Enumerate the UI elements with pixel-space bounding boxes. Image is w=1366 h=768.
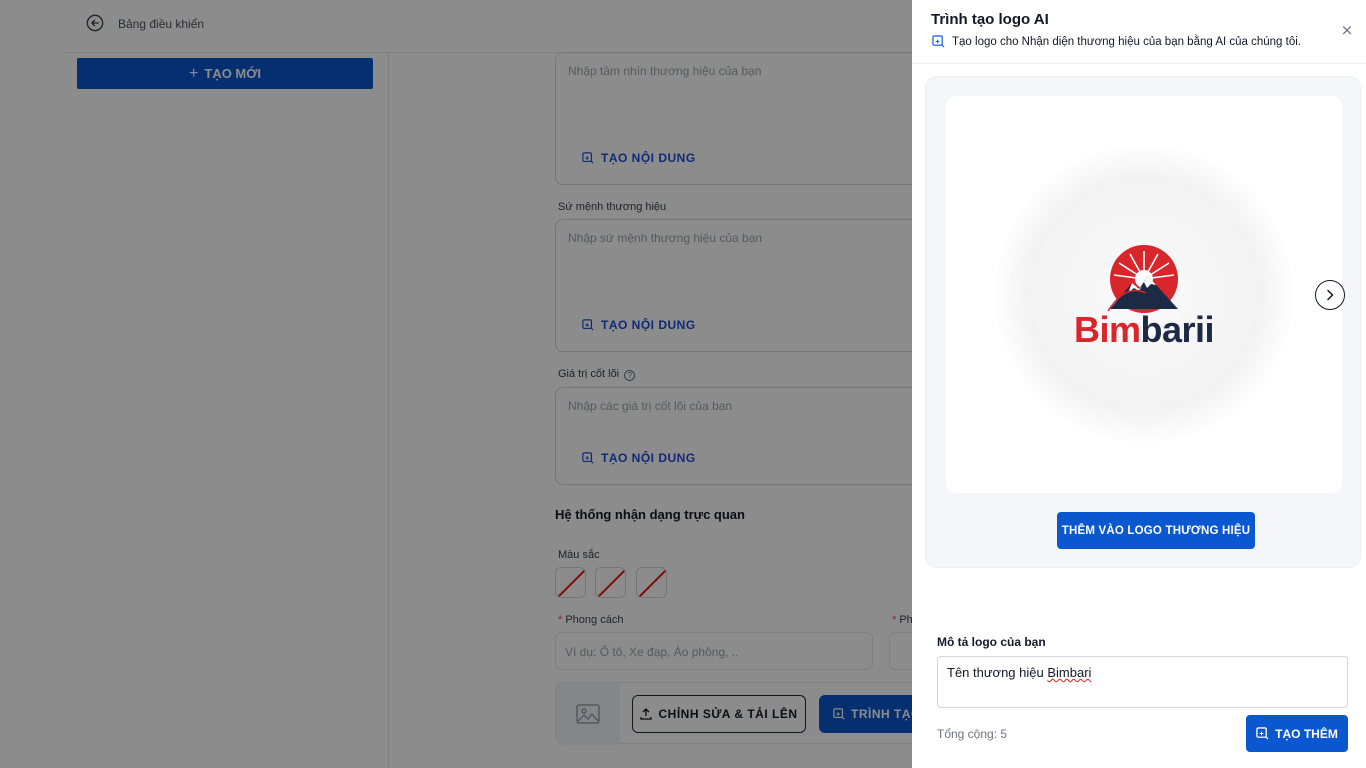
logo-preview-image: Bimbarii — [946, 96, 1342, 493]
generate-more-label: TẠO THÊM — [1275, 726, 1338, 741]
ai-generate-icon — [1256, 727, 1269, 740]
drawer-header: Trình tạo logo AI Tạo logo cho Nhận diện… — [912, 0, 1366, 64]
close-icon[interactable]: × — [1339, 22, 1355, 38]
describe-logo-label: Mô tả logo của bạn — [937, 635, 1046, 649]
mountain-sun-logo-icon — [1107, 245, 1178, 313]
drawer-subtitle: Tạo logo cho Nhận diện thương hiệu của b… — [932, 35, 1301, 48]
logo-wordmark: Bimbarii — [946, 309, 1342, 351]
logo-preview-card: Bimbarii THÊM VÀO LOGO THƯƠNG HIỆU — [925, 76, 1361, 568]
logo-wordmark-dark: barii — [1140, 309, 1215, 350]
describe-value-brand: Bimbari — [1047, 665, 1092, 680]
drawer-subtitle-text: Tạo logo cho Nhận diện thương hiệu của b… — [952, 35, 1301, 48]
describe-logo-input[interactable]: Tên thương hiệu Bimbari — [937, 656, 1348, 708]
next-logo-button[interactable] — [1315, 280, 1345, 310]
chevron-right-icon — [1327, 289, 1334, 301]
ai-generate-icon — [932, 35, 945, 48]
modal-backdrop[interactable] — [0, 0, 912, 768]
drawer-title: Trình tạo logo AI — [931, 11, 1049, 28]
logo-wordmark-red: Bim — [1073, 309, 1141, 350]
generate-more-button[interactable]: TẠO THÊM — [1246, 715, 1348, 752]
add-to-brand-logo-button[interactable]: THÊM VÀO LOGO THƯƠNG HIỆU — [1057, 512, 1255, 549]
describe-value-prefix: Tên thương hiệu — [947, 665, 1048, 680]
total-count: Tổng cộng: 5 — [937, 727, 1008, 741]
ai-logo-drawer: Trình tạo logo AI Tạo logo cho Nhận diện… — [912, 0, 1366, 768]
